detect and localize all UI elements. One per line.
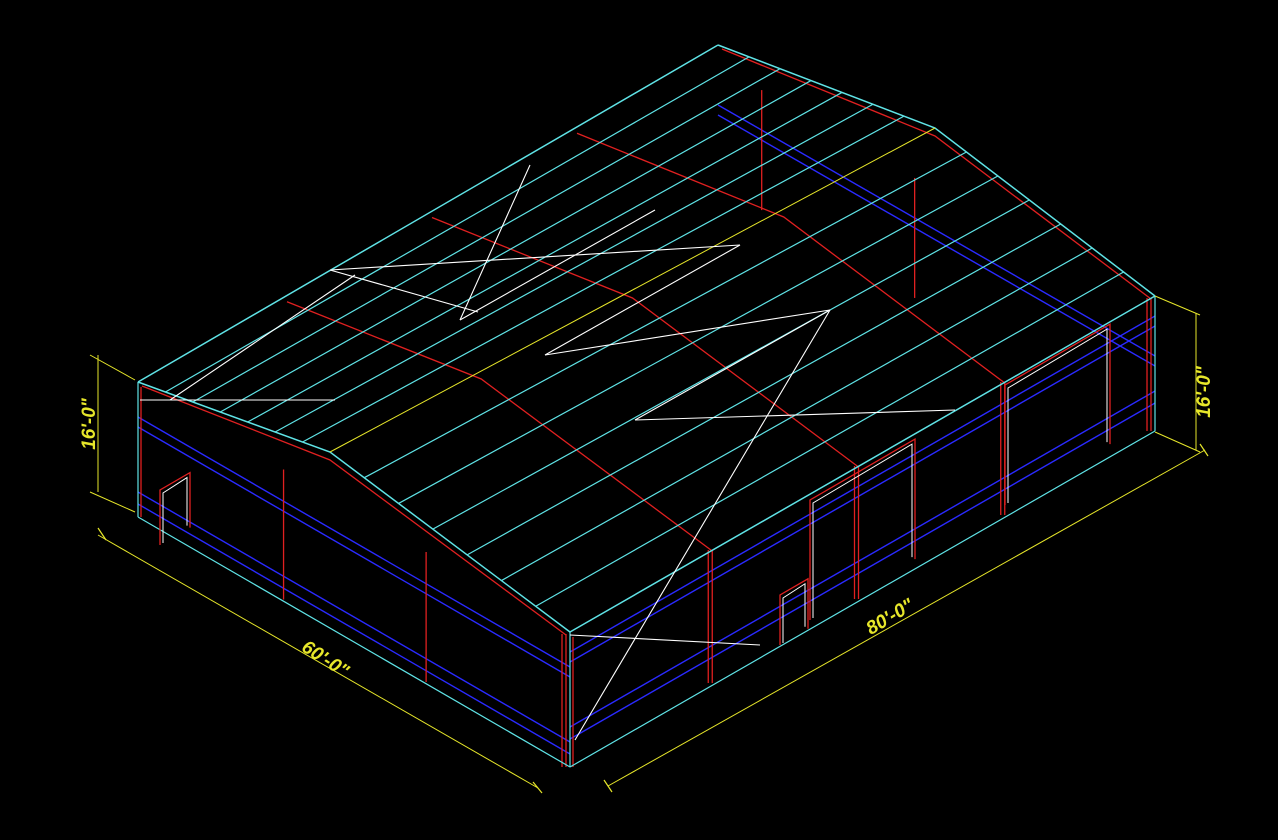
left-height-dimension-label: 16'-0" [79, 397, 100, 450]
right-height-dimension-label: 16'-0" [1194, 365, 1215, 418]
building-isometric-drawing: 60'-0" 80'-0" 16'-0" 16'-0" [0, 0, 1278, 840]
cad-viewport: 60'-0" 80'-0" 16'-0" 16'-0" [0, 0, 1278, 840]
